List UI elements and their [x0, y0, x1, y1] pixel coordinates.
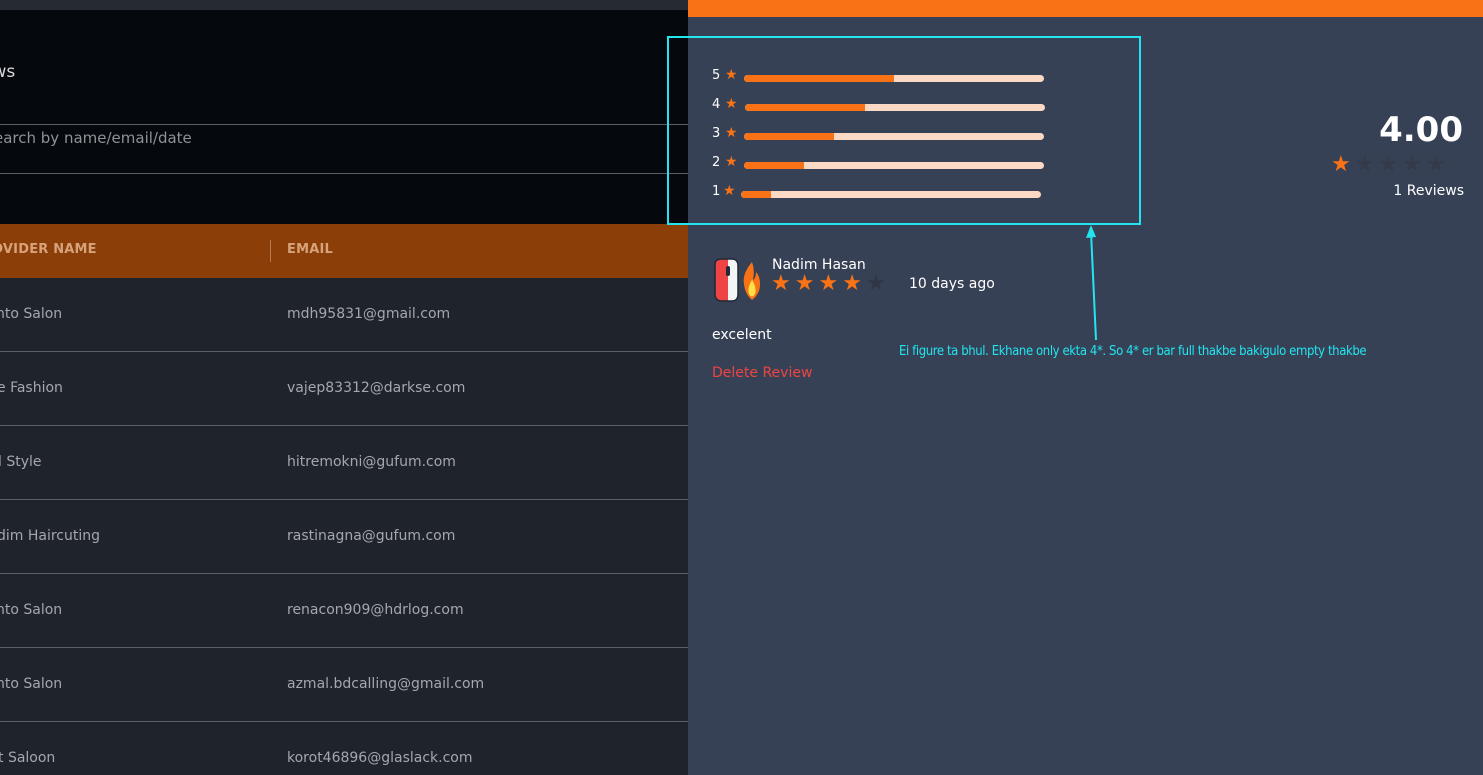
table-row[interactable]: nto Salon renacon909@hdrlog.com: [0, 574, 688, 648]
star-empty-icon: ★: [1402, 152, 1426, 177]
annotation-note: Ei figure ta bhul. Ekhane only ekta 4*. …: [899, 344, 1367, 359]
search-top-border: [0, 124, 688, 125]
star-empty-icon: ★: [1378, 152, 1403, 177]
table-row[interactable]: l Style hitremokni@gufum.com: [0, 426, 688, 500]
star-filled-icon: ★: [818, 271, 843, 296]
table-row[interactable]: e Fashion vajep83312@darkse.com: [0, 352, 688, 426]
email-cell: mdh95831@gmail.com: [287, 306, 451, 322]
provider-name-cell: l Style: [0, 454, 42, 470]
star-icon: ★: [725, 154, 738, 170]
email-cell: azmal.bdcalling@gmail.com: [287, 676, 485, 692]
rating-bar-fill: [744, 133, 834, 140]
rating-row-label: 3: [712, 126, 721, 141]
search-input[interactable]: earch by name/email/date: [0, 129, 192, 147]
star-filled-icon: ★: [771, 271, 795, 296]
provider-name-cell: e Fashion: [0, 380, 63, 396]
search-bottom-border: [0, 173, 688, 174]
rating-row-label: 4: [712, 97, 721, 112]
star-filled-icon: ★: [1331, 152, 1355, 177]
rating-row-4: 4 ★: [712, 96, 1112, 117]
rating-row-label: 2: [712, 155, 721, 170]
rating-row-1: 1 ★: [712, 183, 1112, 204]
star-icon: ★: [725, 96, 738, 112]
star-empty-icon: ★: [1425, 152, 1450, 177]
rating-bar-track: [744, 75, 1044, 82]
star-icon: ★: [725, 125, 738, 141]
star-filled-icon: ★: [842, 271, 866, 296]
provider-name-cell: dim Haircuting: [0, 528, 101, 544]
rating-row-2: 2 ★: [712, 154, 1112, 175]
table-row[interactable]: nto Salon mdh95831@gmail.com: [0, 278, 688, 352]
rating-bar-fill: [744, 75, 894, 82]
rating-bar-track: [745, 104, 1045, 111]
reviews-header: ews: [0, 10, 688, 224]
column-divider: [270, 240, 271, 262]
provider-name-cell: nto Salon: [0, 306, 63, 322]
rating-row-3: 3 ★: [712, 125, 1112, 146]
table-row[interactable]: nto Salon azmal.bdcalling@gmail.com: [0, 648, 688, 722]
reviews-list-pane: ews earch by name/email/date OVIDER NAME…: [0, 0, 688, 775]
rating-bar-fill: [741, 191, 771, 198]
star-icon: ★: [723, 183, 736, 199]
star-icon: ★: [725, 67, 738, 83]
table-header: OVIDER NAME EMAIL: [0, 224, 688, 278]
table-row[interactable]: dim Haircuting rastinagna@gufum.com: [0, 500, 688, 574]
review-time: 10 days ago: [909, 276, 995, 292]
review-text: excelent: [712, 327, 772, 343]
email-cell: rastinagna@gufum.com: [287, 528, 456, 544]
average-rating: 4.00: [1379, 110, 1463, 150]
email-cell: hitremokni@gufum.com: [287, 454, 456, 470]
rating-bar-fill: [744, 162, 804, 169]
reviews-count: 1 Reviews: [1393, 183, 1464, 199]
star-empty-icon: ★: [1354, 152, 1379, 177]
email-cell: korot46896@glaslack.com: [287, 750, 473, 766]
drawer-top-bar: [688, 0, 1483, 17]
rating-bar-track: [744, 162, 1044, 169]
star-filled-icon: ★: [794, 271, 819, 296]
avatar: [714, 258, 760, 302]
column-email[interactable]: EMAIL: [287, 242, 333, 257]
provider-name-cell: t Saloon: [0, 750, 56, 766]
rating-row-label: 5: [712, 68, 721, 83]
provider-name-cell: nto Salon: [0, 602, 63, 618]
average-rating-stars: ★★★★★: [1331, 152, 1450, 177]
column-provider-name[interactable]: OVIDER NAME: [0, 242, 97, 257]
provider-name-cell: nto Salon: [0, 676, 63, 692]
rating-bar-track: [744, 133, 1044, 140]
star-empty-icon: ★: [865, 271, 890, 296]
rating-bar-fill: [745, 104, 865, 111]
page-title: ews: [0, 62, 16, 82]
top-strip: [0, 0, 688, 10]
rating-row-5: 5 ★: [712, 67, 1112, 88]
review-rating-stars: ★★★★★: [771, 271, 890, 296]
annotation-arrow: [1086, 225, 1097, 341]
table-row[interactable]: t Saloon korot46896@glaslack.com: [0, 722, 688, 775]
rating-bar-track: [741, 191, 1041, 198]
delete-review-link[interactable]: Delete Review: [712, 365, 812, 381]
email-cell: vajep83312@darkse.com: [287, 380, 466, 396]
email-cell: renacon909@hdrlog.com: [287, 602, 464, 618]
rating-row-label: 1: [712, 184, 721, 199]
